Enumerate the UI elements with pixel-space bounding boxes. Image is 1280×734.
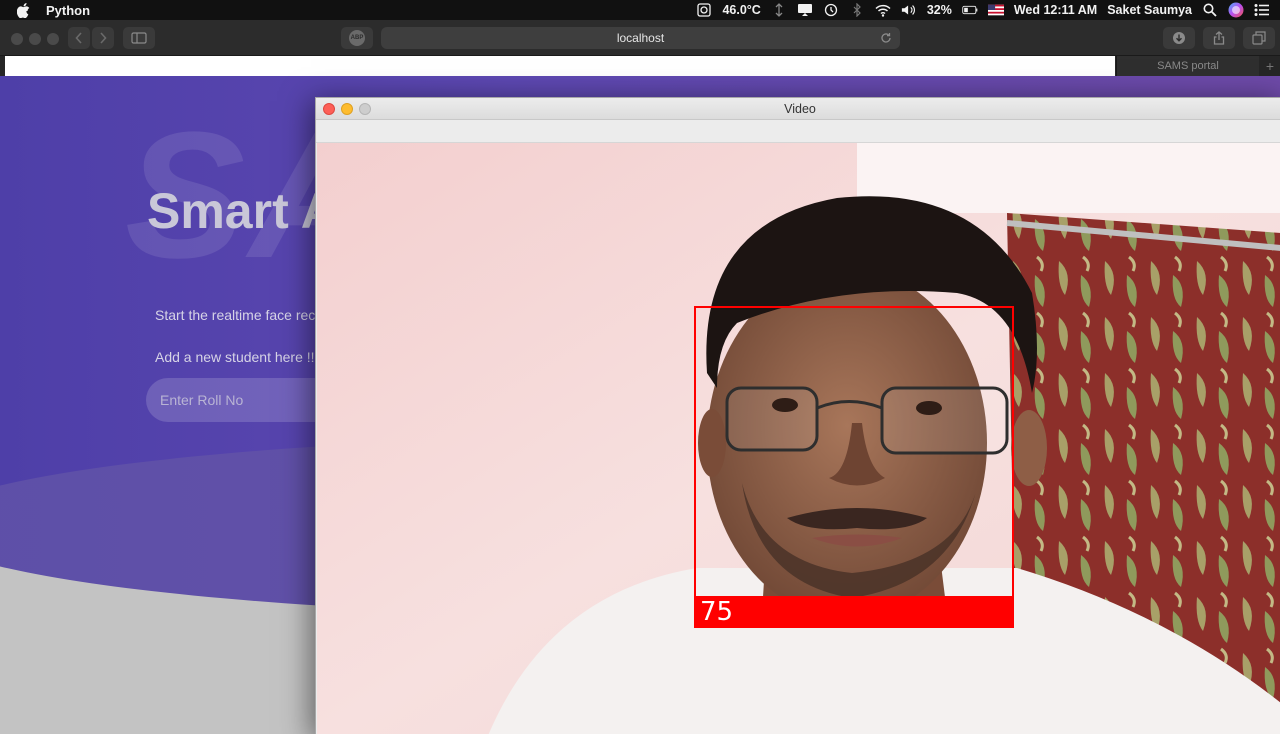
- video-window-title: Video: [784, 101, 816, 116]
- tab-sams-portal[interactable]: SAMS portal: [1116, 56, 1259, 76]
- browser-toolbar: ABP localhost: [0, 20, 1280, 56]
- video-window: Video 75: [315, 97, 1280, 734]
- siri-icon[interactable]: [1228, 2, 1244, 18]
- flag-icon[interactable]: [987, 2, 1004, 18]
- forward-button[interactable]: [92, 27, 114, 49]
- apple-icon[interactable]: [14, 0, 32, 20]
- display-icon[interactable]: [797, 2, 813, 18]
- downloads-button[interactable]: [1163, 27, 1195, 49]
- bluetooth-icon[interactable]: [849, 2, 865, 18]
- zoom-window-button[interactable]: [47, 33, 59, 45]
- minimize-window-button[interactable]: [29, 33, 41, 45]
- address-bar[interactable]: localhost: [381, 27, 900, 49]
- user-name[interactable]: Saket Saumya: [1107, 3, 1192, 17]
- video-close-button[interactable]: [323, 103, 335, 115]
- wifi-icon[interactable]: [875, 2, 891, 18]
- video-window-titlebar[interactable]: Video: [316, 98, 1280, 120]
- search-icon[interactable]: [1202, 2, 1218, 18]
- clock[interactable]: Wed 12:11 AM: [1014, 3, 1097, 17]
- sync-icon[interactable]: [771, 2, 787, 18]
- time-machine-icon[interactable]: [823, 2, 839, 18]
- share-button[interactable]: [1203, 27, 1235, 49]
- url-text: localhost: [616, 31, 665, 45]
- adblock-extension-button[interactable]: ABP: [341, 27, 373, 49]
- adblock-icon: ABP: [349, 30, 365, 46]
- tab-strip: SAMS portal +: [0, 56, 1280, 76]
- battery-icon[interactable]: [962, 2, 978, 18]
- reload-icon[interactable]: [878, 30, 894, 46]
- app-name[interactable]: Python: [46, 3, 90, 18]
- add-student-text: Add a new student here !!: [155, 349, 315, 365]
- battery-percent[interactable]: 32%: [927, 3, 952, 17]
- video-window-toolbar: [316, 120, 1280, 143]
- volume-icon[interactable]: [901, 2, 917, 18]
- fan-icon[interactable]: [696, 2, 712, 18]
- video-zoom-button[interactable]: [359, 103, 371, 115]
- back-button[interactable]: [68, 27, 90, 49]
- webcam-frame: 75: [317, 143, 1280, 734]
- sidebar-toggle-button[interactable]: [123, 27, 155, 49]
- confidence-label: 75: [694, 596, 1014, 628]
- video-minimize-button[interactable]: [341, 103, 353, 115]
- face-detection-box: [694, 306, 1014, 628]
- notification-center-icon[interactable]: [1254, 2, 1270, 18]
- start-recognition-text[interactable]: Start the realtime face reco: [155, 307, 323, 323]
- temperature-readout[interactable]: 46.0°C: [722, 3, 760, 17]
- menu-bar: Python 46.0°C 32% Wed 12:11 AM Saket Sau…: [0, 0, 1280, 20]
- close-window-button[interactable]: [11, 33, 23, 45]
- show-tabs-button[interactable]: [1243, 27, 1275, 49]
- hero-title: Smart A: [147, 183, 337, 239]
- active-tab[interactable]: [5, 56, 1115, 76]
- new-tab-button[interactable]: +: [1260, 56, 1280, 76]
